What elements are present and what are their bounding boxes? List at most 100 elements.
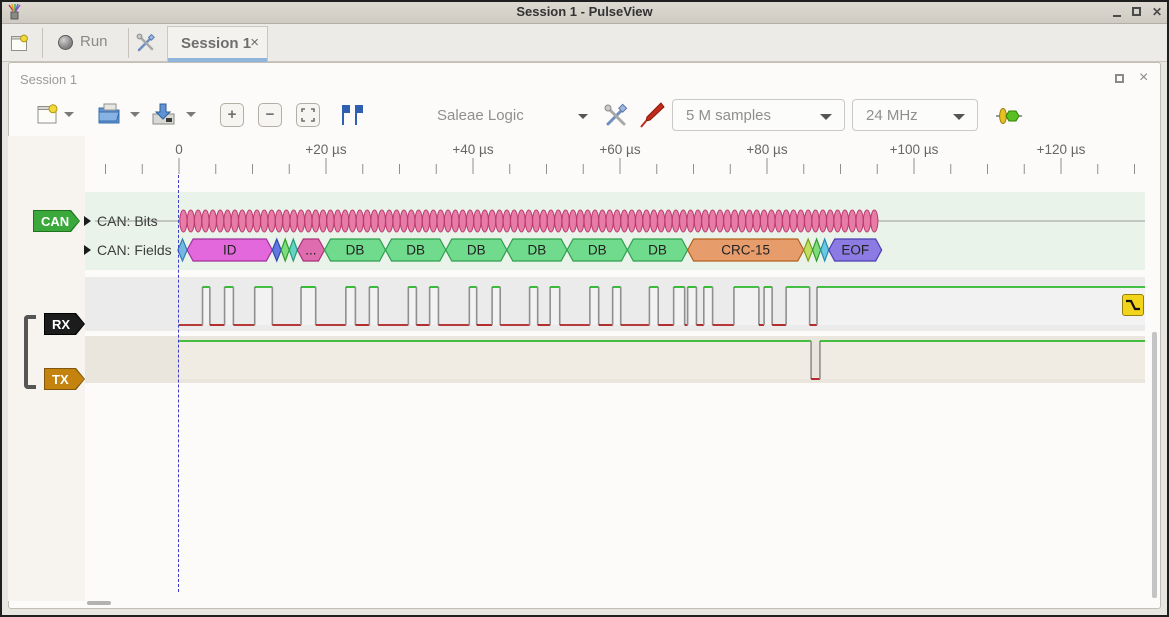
can-bit-annotation[interactable] bbox=[716, 210, 723, 232]
can-bit-annotation[interactable] bbox=[533, 210, 540, 232]
rx-trigger-marker[interactable] bbox=[1122, 294, 1144, 316]
can-bit-annotation[interactable] bbox=[224, 210, 231, 232]
can-bit-annotation[interactable] bbox=[305, 210, 312, 232]
can-bit-annotation[interactable] bbox=[783, 210, 790, 232]
can-bit-annotation[interactable] bbox=[481, 210, 488, 232]
new-file-dropdown-icon[interactable] bbox=[64, 112, 74, 117]
can-bit-annotation[interactable] bbox=[760, 210, 767, 232]
can-bit-annotation[interactable] bbox=[658, 210, 665, 232]
time-cursor[interactable] bbox=[178, 175, 179, 592]
can-bit-annotation[interactable] bbox=[437, 210, 444, 232]
can-bit-annotation[interactable] bbox=[599, 210, 606, 232]
maximize-button[interactable] bbox=[1130, 6, 1144, 18]
can-bit-annotation[interactable] bbox=[819, 210, 826, 232]
can-bit-annotation[interactable] bbox=[496, 210, 503, 232]
run-button[interactable]: Run bbox=[50, 24, 122, 62]
can-bit-annotation[interactable] bbox=[327, 210, 334, 232]
can-bit-annotation[interactable] bbox=[503, 210, 510, 232]
can-bit-annotation[interactable] bbox=[371, 210, 378, 232]
trigger-flags-icon[interactable] bbox=[340, 104, 366, 126]
new-file-icon[interactable] bbox=[36, 103, 59, 126]
zoom-fit-button[interactable] bbox=[296, 103, 320, 127]
dock-float-button[interactable] bbox=[1115, 73, 1124, 85]
can-bit-annotation[interactable] bbox=[569, 210, 576, 232]
can-bit-annotation[interactable] bbox=[540, 210, 547, 232]
add-decoder-icon[interactable] bbox=[996, 107, 1022, 125]
can-bit-annotation[interactable] bbox=[680, 210, 687, 232]
can-bits-row-label[interactable]: CAN: Bits bbox=[97, 213, 158, 229]
can-bit-annotation[interactable] bbox=[621, 210, 628, 232]
vertical-scrollbar[interactable] bbox=[1152, 332, 1157, 598]
can-bit-annotation[interactable] bbox=[334, 210, 341, 232]
can-bit-annotation[interactable] bbox=[849, 210, 856, 232]
open-file-dropdown-icon[interactable] bbox=[130, 112, 140, 117]
can-bit-annotation[interactable] bbox=[650, 210, 657, 232]
can-bit-annotation[interactable] bbox=[672, 210, 679, 232]
can-bit-annotation[interactable] bbox=[422, 210, 429, 232]
close-button[interactable]: ✕ bbox=[1150, 6, 1164, 18]
can-bit-annotation[interactable] bbox=[636, 210, 643, 232]
save-file-dropdown-icon[interactable] bbox=[186, 112, 196, 117]
can-bit-annotation[interactable] bbox=[856, 210, 863, 232]
can-bit-annotation[interactable] bbox=[261, 210, 268, 232]
can-bit-annotation[interactable] bbox=[834, 210, 841, 232]
can-bit-annotation[interactable] bbox=[268, 210, 275, 232]
zoom-out-button[interactable]: − bbox=[258, 103, 282, 127]
can-bit-annotation[interactable] bbox=[694, 210, 701, 232]
can-bit-annotation[interactable] bbox=[768, 210, 775, 232]
can-bit-annotation[interactable] bbox=[871, 210, 878, 232]
can-bit-annotation[interactable] bbox=[474, 210, 481, 232]
can-bit-annotation[interactable] bbox=[408, 210, 415, 232]
can-bit-annotation[interactable] bbox=[562, 210, 569, 232]
can-bit-annotation[interactable] bbox=[731, 210, 738, 232]
can-bit-annotation[interactable] bbox=[415, 210, 422, 232]
can-bit-annotation[interactable] bbox=[312, 210, 319, 232]
can-bit-annotation[interactable] bbox=[577, 210, 584, 232]
configure-device-icon[interactable] bbox=[603, 103, 629, 129]
can-bit-annotation[interactable] bbox=[253, 210, 260, 232]
can-bit-annotation[interactable] bbox=[349, 210, 356, 232]
can-bit-annotation[interactable] bbox=[231, 210, 238, 232]
can-bit-annotation[interactable] bbox=[746, 210, 753, 232]
can-bit-annotation[interactable] bbox=[547, 210, 554, 232]
can-bit-annotation[interactable] bbox=[275, 210, 282, 232]
sample-count-select[interactable]: 5 M samples bbox=[672, 99, 845, 131]
can-bit-annotation[interactable] bbox=[797, 210, 804, 232]
device-select[interactable]: Saleae Logic bbox=[437, 107, 524, 124]
can-bit-annotation[interactable] bbox=[606, 210, 613, 232]
can-bit-annotation[interactable] bbox=[805, 210, 812, 232]
can-bit-annotation[interactable] bbox=[319, 210, 326, 232]
can-bit-annotation[interactable] bbox=[525, 210, 532, 232]
sample-rate-select[interactable]: 24 MHz bbox=[852, 99, 978, 131]
zoom-in-button[interactable]: + bbox=[220, 103, 244, 127]
can-bit-annotation[interactable] bbox=[246, 210, 253, 232]
settings-icon[interactable] bbox=[136, 33, 156, 53]
can-bit-annotation[interactable] bbox=[364, 210, 371, 232]
can-bit-annotation[interactable] bbox=[180, 210, 187, 232]
can-bit-annotation[interactable] bbox=[511, 210, 518, 232]
can-bit-annotation[interactable] bbox=[386, 210, 393, 232]
can-bit-annotation[interactable] bbox=[400, 210, 407, 232]
can-bit-annotation[interactable] bbox=[209, 210, 216, 232]
can-bit-annotation[interactable] bbox=[489, 210, 496, 232]
dock-close-button[interactable]: × bbox=[1139, 72, 1148, 84]
can-bit-annotation[interactable] bbox=[613, 210, 620, 232]
can-bit-annotation[interactable] bbox=[202, 210, 209, 232]
can-bit-annotation[interactable] bbox=[687, 210, 694, 232]
can-bit-annotation[interactable] bbox=[187, 210, 194, 232]
session-tab[interactable]: Session 1 × bbox=[167, 26, 268, 62]
can-bit-annotation[interactable] bbox=[356, 210, 363, 232]
channels-probe-icon[interactable] bbox=[639, 101, 665, 129]
can-bit-annotation[interactable] bbox=[430, 210, 437, 232]
open-file-icon[interactable] bbox=[96, 101, 122, 127]
can-bit-annotation[interactable] bbox=[709, 210, 716, 232]
tab-close-icon[interactable]: × bbox=[250, 34, 259, 51]
can-bit-annotation[interactable] bbox=[827, 210, 834, 232]
can-bit-annotation[interactable] bbox=[753, 210, 760, 232]
can-bit-annotation[interactable] bbox=[591, 210, 598, 232]
can-bit-annotation[interactable] bbox=[790, 210, 797, 232]
can-bit-annotation[interactable] bbox=[724, 210, 731, 232]
can-bit-annotation[interactable] bbox=[665, 210, 672, 232]
minimize-button[interactable] bbox=[1110, 6, 1124, 18]
can-bit-annotation[interactable] bbox=[628, 210, 635, 232]
